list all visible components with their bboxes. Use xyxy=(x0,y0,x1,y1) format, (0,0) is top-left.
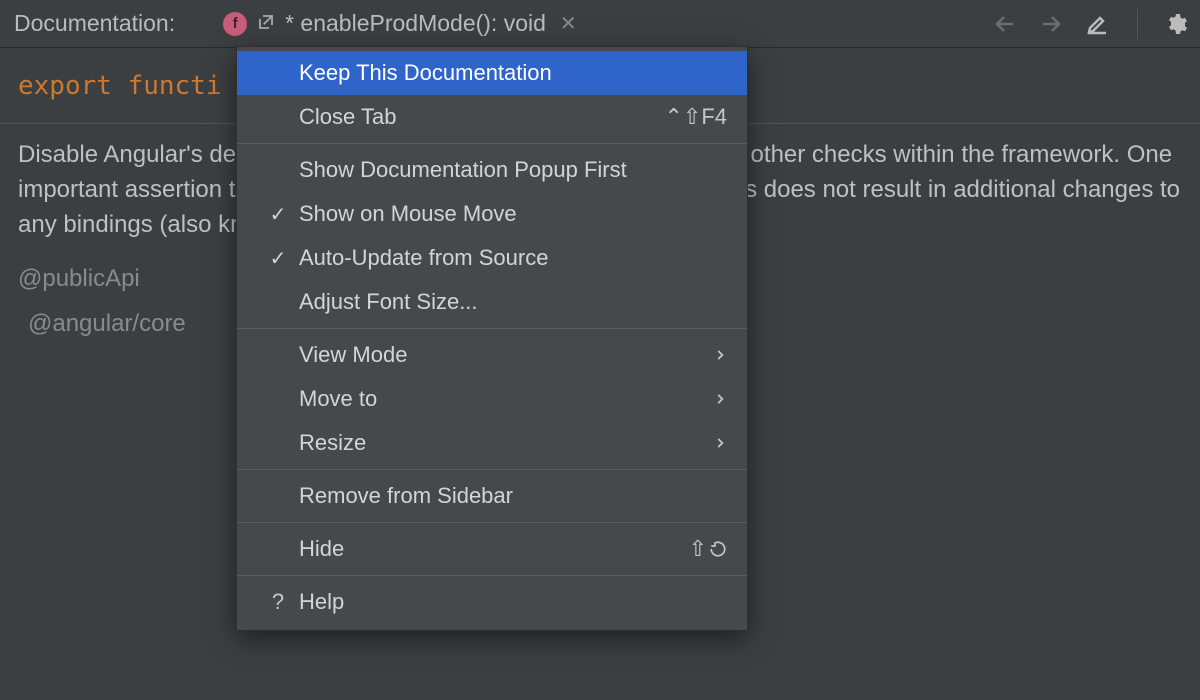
menu-item-close-tab[interactable]: Close Tab ⌃⇧F4 xyxy=(237,95,747,139)
menu-item-remove-from-sidebar[interactable]: Remove from Sidebar xyxy=(237,474,747,518)
menu-label: Adjust Font Size... xyxy=(299,289,727,315)
settings-button[interactable] xyxy=(1164,12,1188,36)
close-tab-icon[interactable]: ✕ xyxy=(556,11,581,36)
menu-separator xyxy=(237,522,747,523)
keyword-function-truncated: functi xyxy=(128,71,222,101)
menu-item-show-popup-first[interactable]: Show Documentation Popup First xyxy=(237,148,747,192)
menu-label: Move to xyxy=(299,386,713,412)
hide-shortcut: ⇧ xyxy=(689,536,727,562)
toolbar xyxy=(993,9,1188,39)
menu-item-help[interactable]: ? Help xyxy=(237,580,747,624)
keyword-export: export xyxy=(18,71,112,101)
shortcut-label: ⌃⇧F4 xyxy=(664,104,727,130)
menu-separator xyxy=(237,143,747,144)
menu-label: Hide xyxy=(299,536,689,562)
menu-label: View Mode xyxy=(299,342,713,368)
menu-label: Close Tab xyxy=(299,104,664,130)
check-icon xyxy=(257,246,299,271)
help-icon: ? xyxy=(257,589,299,615)
open-in-new-icon xyxy=(257,10,275,37)
nav-forward-button[interactable] xyxy=(1039,12,1063,36)
chevron-right-icon xyxy=(713,392,727,406)
menu-item-move-to[interactable]: Move to xyxy=(237,377,747,421)
function-icon: f xyxy=(223,12,247,36)
menu-label: Keep This Documentation xyxy=(299,60,727,86)
menu-separator xyxy=(237,328,747,329)
toolbar-separator xyxy=(1137,9,1138,39)
menu-item-keep-documentation[interactable]: Keep This Documentation xyxy=(237,51,747,95)
menu-item-view-mode[interactable]: View Mode xyxy=(237,333,747,377)
menu-item-auto-update[interactable]: Auto-Update from Source xyxy=(237,236,747,280)
menu-label: Help xyxy=(299,589,727,615)
check-icon xyxy=(257,202,299,227)
menu-item-show-on-mouse-move[interactable]: Show on Mouse Move xyxy=(237,192,747,236)
menu-label: Auto-Update from Source xyxy=(299,245,727,271)
chevron-right-icon xyxy=(713,348,727,362)
menu-label: Show on Mouse Move xyxy=(299,201,727,227)
documentation-header: Documentation: f * enableProdMode(): voi… xyxy=(0,0,1200,48)
tab-label: * enableProdMode(): void xyxy=(285,10,546,37)
edit-button[interactable] xyxy=(1085,12,1109,36)
menu-separator xyxy=(237,469,747,470)
menu-item-adjust-font-size[interactable]: Adjust Font Size... xyxy=(237,280,747,324)
shortcut-label: ⇧ xyxy=(689,536,707,562)
menu-item-resize[interactable]: Resize xyxy=(237,421,747,465)
panel-title: Documentation: xyxy=(14,10,175,37)
menu-label: Resize xyxy=(299,430,713,456)
context-menu: Keep This Documentation Close Tab ⌃⇧F4 S… xyxy=(236,46,748,631)
menu-separator xyxy=(237,575,747,576)
chevron-right-icon xyxy=(713,436,727,450)
menu-label: Show Documentation Popup First xyxy=(299,157,727,183)
nav-back-button[interactable] xyxy=(993,12,1017,36)
documentation-tab[interactable]: f * enableProdMode(): void ✕ xyxy=(215,0,589,47)
menu-item-hide[interactable]: Hide ⇧ xyxy=(237,527,747,571)
menu-label: Remove from Sidebar xyxy=(299,483,727,509)
